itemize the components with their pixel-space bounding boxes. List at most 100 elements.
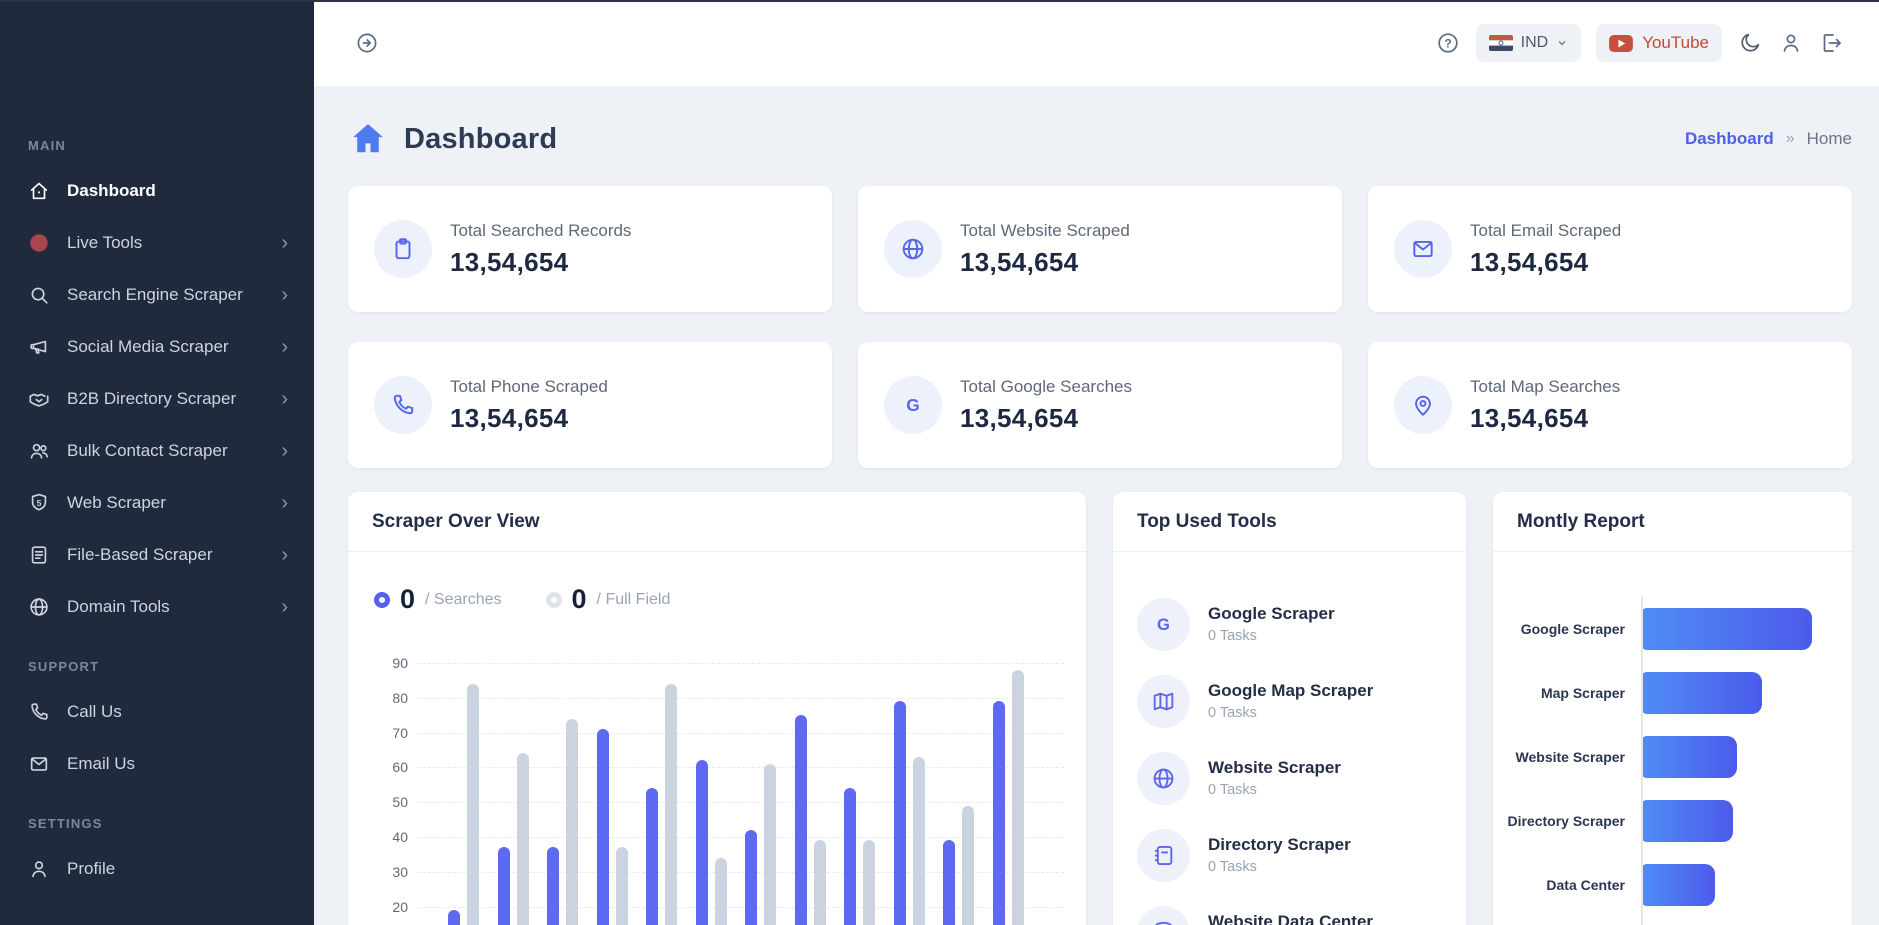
report-row: Data Center (1493, 864, 1852, 906)
tool-item-website-data-center[interactable]: Website Data Center 0 Tasks (1137, 904, 1442, 925)
breadcrumb-current[interactable]: Dashboard (1685, 129, 1774, 149)
legend-item[interactable]: 0 / Full Field (546, 584, 671, 615)
y-axis-tick: 80 (372, 690, 408, 706)
stat-label: Total Searched Records (450, 221, 631, 241)
y-axis-tick: 40 (372, 829, 408, 845)
sidebar-item-bulk-contact-scraper[interactable]: Bulk Contact Scraper › (0, 425, 314, 477)
stat-value: 13,54,654 (960, 247, 1130, 278)
legend-dot-icon (374, 592, 390, 608)
sidebar-item-search-engine-scraper[interactable]: Search Engine Scraper › (0, 269, 314, 321)
report-row: Directory Scraper (1493, 800, 1852, 842)
sidebar-item-label: Search Engine Scraper (67, 285, 243, 305)
youtube-button[interactable]: YouTube (1596, 24, 1722, 62)
legend-value: 0 (400, 584, 415, 615)
tool-item-website-scraper[interactable]: Website Scraper 0 Tasks (1137, 750, 1442, 806)
stat-card-total-map-searches: Total Map Searches 13,54,654 (1368, 342, 1852, 468)
content: Dashboard Dashboard » Home Total Searche… (314, 86, 1879, 925)
live-dot-icon (28, 232, 50, 254)
breadcrumb-home[interactable]: Home (1807, 129, 1852, 149)
profile-button[interactable] (1778, 30, 1804, 56)
sidebar-item-b2b-directory-scraper[interactable]: B2B Directory Scraper › (0, 373, 314, 425)
sidebar-item-label: Web Scraper (67, 493, 166, 513)
gridline (418, 767, 1064, 768)
map-pin-icon (1394, 376, 1452, 434)
bar-searches (448, 910, 460, 925)
gridline (418, 733, 1064, 734)
bar-full-field (814, 840, 826, 925)
tool-item-directory-scraper[interactable]: Directory Scraper 0 Tasks (1137, 827, 1442, 883)
sidebar-item-label: Live Tools (67, 233, 142, 253)
sidebar-item-dashboard[interactable]: Dashboard (0, 165, 314, 217)
sidebar-item-file-based-scraper[interactable]: File-Based Scraper › (0, 529, 314, 581)
sidebar-logo-area (0, 0, 314, 112)
legend-label: / Searches (425, 591, 501, 609)
sidebar-item-email-us[interactable]: Email Us (0, 738, 314, 790)
stat-label: Total Website Scraped (960, 221, 1130, 241)
report-category-label: Directory Scraper (1493, 813, 1641, 829)
bar-searches (498, 847, 510, 925)
tool-item-google-scraper[interactable]: G Google Scraper 0 Tasks (1137, 596, 1442, 652)
legend-item[interactable]: 0 / Searches (374, 584, 502, 615)
bar-full-field (1012, 670, 1024, 925)
sidebar-section-label-support: SUPPORT (0, 633, 314, 686)
chevron-down-icon (1556, 37, 1568, 49)
tools-list: G Google Scraper 0 Tasks Google Map Scra… (1113, 552, 1466, 925)
bar-searches (795, 715, 807, 925)
legend-label: / Full Field (597, 591, 671, 609)
sidebar-item-domain-tools[interactable]: Domain Tools › (0, 581, 314, 633)
window-top-edge (0, 0, 1879, 2)
tool-name: Google Scraper (1208, 604, 1335, 624)
stat-label: Total Google Searches (960, 377, 1132, 397)
tool-item-google-map-scraper[interactable]: Google Map Scraper 0 Tasks (1137, 673, 1442, 729)
sidebar-section-label-settings: SETTINGS (0, 790, 314, 843)
tools-panel-header: Top Used Tools (1113, 492, 1466, 552)
moon-icon (1738, 31, 1762, 55)
y-axis-tick: 90 (372, 655, 408, 671)
svg-text:G: G (906, 395, 919, 415)
bar-full-field (616, 847, 628, 925)
language-code: IND (1521, 34, 1549, 52)
scraper-overview-panel: Scraper Over View 0 / Searches 0 / Full … (348, 492, 1086, 925)
report-row: Website Scraper (1493, 736, 1852, 778)
y-axis-tick: 50 (372, 794, 408, 810)
shield-code-icon: 5 (28, 492, 50, 514)
sidebar-item-call-us[interactable]: Call Us (0, 686, 314, 738)
language-selector[interactable]: IND (1476, 24, 1582, 62)
sidebar-nav: MAIN Dashboard Live Tools › Search Engin… (0, 112, 314, 895)
bar-searches (646, 788, 658, 925)
clipboard-icon (374, 220, 432, 278)
stat-label: Total Email Scraped (1470, 221, 1621, 241)
stat-value: 13,54,654 (960, 403, 1132, 434)
help-button[interactable]: ? (1435, 30, 1461, 56)
bar-full-field (467, 684, 479, 925)
stat-card-total-searched-records: Total Searched Records 13,54,654 (348, 186, 832, 312)
logout-icon (1820, 31, 1844, 55)
tool-tasks-count: 0 Tasks (1208, 705, 1373, 721)
dark-mode-toggle[interactable] (1737, 30, 1763, 56)
logout-button[interactable] (1819, 30, 1845, 56)
sidebar-collapse-button[interactable] (354, 30, 380, 56)
sidebar-item-label: Dashboard (67, 181, 156, 201)
tool-name: Google Map Scraper (1208, 681, 1373, 701)
tool-tasks-count: 0 Tasks (1208, 628, 1335, 644)
panels-row: Scraper Over View 0 / Searches 0 / Full … (348, 492, 1852, 925)
report-bar-chart: Google Scraper Map Scraper Website Scrap… (1493, 608, 1852, 906)
bar-full-field (913, 757, 925, 925)
main-area: ? IND YouTube (314, 0, 1879, 925)
bar-searches (844, 788, 856, 925)
bar-full-field (517, 753, 529, 925)
sidebar-item-social-media-scraper[interactable]: Social Media Scraper › (0, 321, 314, 373)
sidebar-item-web-scraper[interactable]: 5 Web Scraper › (0, 477, 314, 529)
bar-searches (993, 701, 1005, 925)
report-bar-google-scraper (1641, 608, 1812, 650)
title-row: Dashboard Dashboard » Home (348, 108, 1852, 170)
page-title: Dashboard (348, 120, 557, 158)
sidebar-item-profile[interactable]: Profile (0, 843, 314, 895)
svg-text:G: G (1157, 615, 1170, 634)
bar-full-field (715, 858, 727, 925)
report-panel-title: Montly Report (1517, 511, 1645, 533)
chevron-right-icon: › (281, 389, 288, 409)
stat-value: 13,54,654 (450, 403, 608, 434)
sidebar-item-live-tools[interactable]: Live Tools › (0, 217, 314, 269)
tool-tasks-count: 0 Tasks (1208, 782, 1341, 798)
